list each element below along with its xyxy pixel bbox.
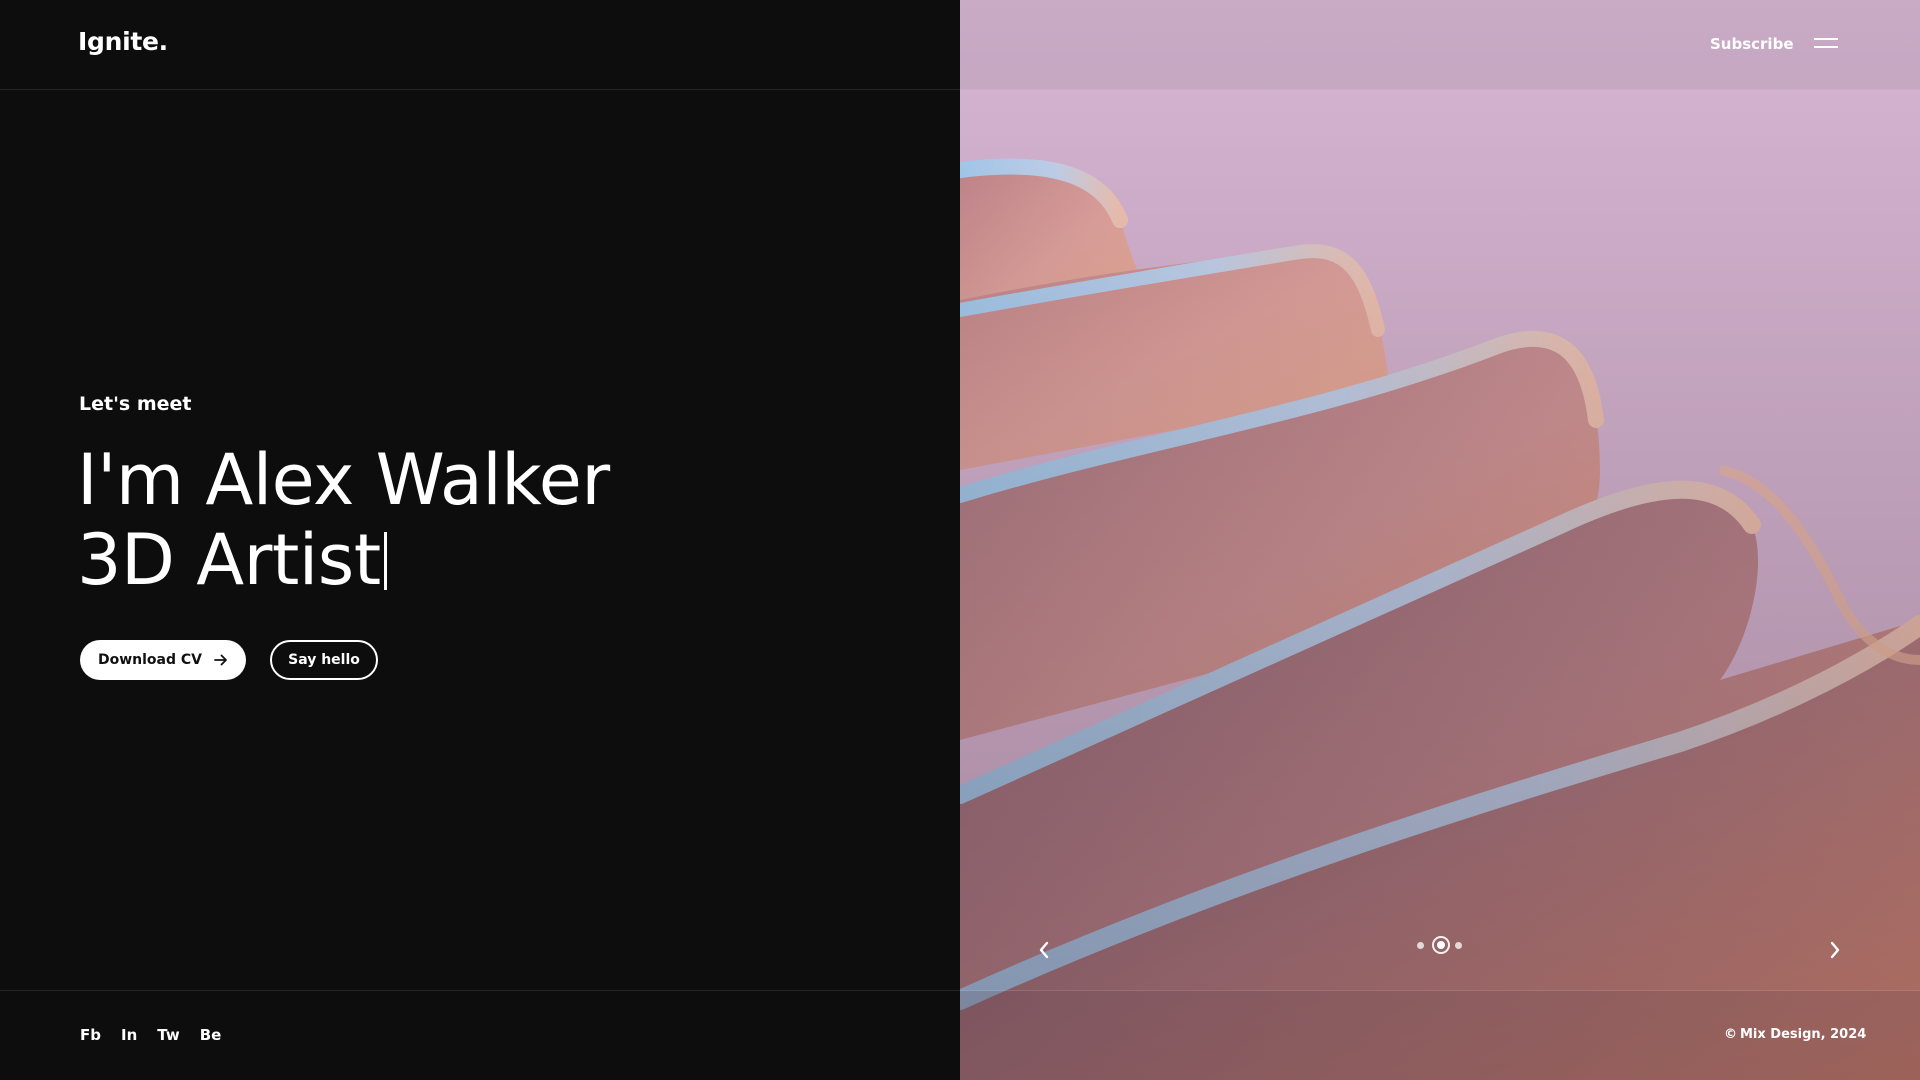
logo[interactable]: Ignite.: [78, 27, 168, 56]
chevron-right-icon[interactable]: [1820, 935, 1850, 965]
site-footer: Fb In Tw Be © Mix Design, 2024: [0, 990, 1920, 1080]
slider-dot-2-active[interactable]: [1432, 936, 1450, 954]
slider-dot-1[interactable]: [1417, 942, 1424, 949]
hero-image: [960, 0, 1920, 1080]
download-cv-label: Download CV: [97, 652, 202, 668]
copyright: © Mix Design, 2024: [1724, 1027, 1866, 1042]
say-hello-button[interactable]: Say hello: [270, 640, 378, 680]
arrow-right-icon: [214, 654, 227, 666]
slider-dot-3[interactable]: [1455, 942, 1462, 949]
copyright-icon: ©: [1724, 1027, 1737, 1042]
social-link-fb[interactable]: Fb: [80, 1026, 101, 1044]
copyright-text: Mix Design, 2024: [1740, 1027, 1867, 1042]
hero-eyebrow: Let's meet: [79, 393, 192, 415]
social-link-in[interactable]: In: [121, 1026, 137, 1044]
hero-headline: I'm Alex Walker 3D Artist: [77, 440, 610, 600]
site-header: Ignite. Subscribe: [0, 0, 1920, 90]
download-cv-button[interactable]: Download CV: [80, 640, 246, 680]
subscribe-link[interactable]: Subscribe: [1710, 35, 1794, 53]
ribbon-render: [960, 0, 1920, 1080]
headline-line-2: 3D Artist: [77, 520, 610, 600]
social-link-be[interactable]: Be: [200, 1026, 222, 1044]
chevron-left-icon[interactable]: [1029, 935, 1059, 965]
slider-pagination: [1415, 936, 1465, 956]
social-link-tw[interactable]: Tw: [157, 1026, 179, 1044]
hamburger-icon[interactable]: [1814, 36, 1840, 52]
social-links: Fb In Tw Be: [80, 1026, 221, 1044]
headline-role: 3D Artist: [77, 519, 381, 601]
page: Ignite. Subscribe Let's meet I'm Alex Wa…: [0, 0, 1920, 1080]
headline-line-1: I'm Alex Walker: [77, 439, 610, 521]
typing-cursor: [383, 532, 387, 590]
